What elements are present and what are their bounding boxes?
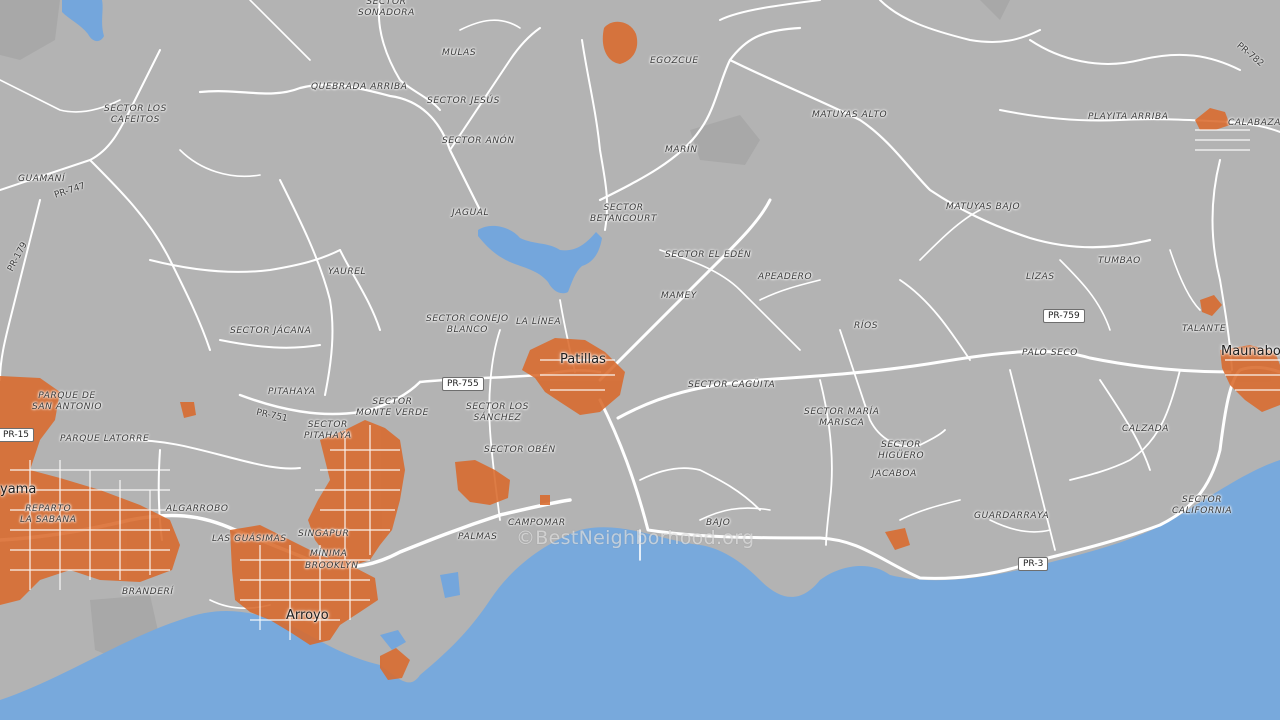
- town-label-arroyo[interactable]: Arroyo: [286, 608, 329, 623]
- place-label: LIZAS: [1026, 272, 1055, 282]
- town-label-patillas[interactable]: Patillas: [560, 352, 606, 367]
- place-label: APEADERO: [758, 272, 813, 282]
- place-label: SECTOR ANÓN: [442, 136, 515, 146]
- place-label: JAGUAL: [452, 208, 490, 218]
- place-label: TALANTE: [1182, 324, 1227, 334]
- place-label: SECTOR PITAHAYA: [304, 420, 352, 441]
- map-base-layer: [0, 0, 1280, 720]
- place-label: MULAS: [442, 48, 477, 58]
- place-label: MATUYAS BAJO: [946, 202, 1021, 212]
- place-label: SECTOR BETANCOURT: [590, 203, 658, 224]
- place-label: RÍOS: [854, 321, 879, 331]
- place-label: MARÍN: [665, 145, 698, 155]
- place-label: SECTOR EL EDÉN: [665, 250, 752, 260]
- place-label: JACABOA: [872, 469, 917, 479]
- place-label: PARQUE LATORRE: [60, 434, 150, 444]
- town-label-guayama[interactable]: yama: [0, 482, 36, 497]
- place-label: PALO SECO: [1022, 348, 1078, 358]
- place-label: ALGARROBO: [166, 504, 229, 514]
- place-label: LAS GUÁSIMAS: [212, 534, 287, 544]
- place-label: SECTOR MARÍA MARISCA: [804, 407, 880, 428]
- place-label: MATUYAS ALTO: [812, 110, 888, 120]
- place-label: SECTOR LOS CAFEITOS: [104, 104, 167, 125]
- watermark: ©BestNeighborhood.org: [516, 527, 755, 549]
- place-label: REPARTO LA SABANA: [20, 504, 77, 525]
- place-label: CALZADA: [1122, 424, 1170, 434]
- place-label: SECTOR MONTE VERDE: [356, 397, 429, 418]
- place-label: SECTOR CALIFORNIA: [1172, 495, 1233, 516]
- route-shield-pr-3: PR-3: [1018, 557, 1049, 571]
- place-label: SECTOR LOS SÁNCHEZ: [466, 402, 529, 423]
- place-label: SECTOR HIGÜERO: [878, 440, 925, 461]
- route-shield-pr-15: PR-15: [0, 428, 35, 442]
- place-label: SECTOR JÁCANA: [230, 326, 312, 336]
- route-shield-pr-755: PR-755: [442, 377, 484, 391]
- place-label: PLAYITA ARRIBA: [1088, 112, 1169, 122]
- place-label: SINGAPUR: [298, 529, 350, 539]
- road-network: [0, 0, 1280, 610]
- place-label: QUEBRADA ARRIBA: [311, 82, 408, 92]
- place-label: SECTOR JESÚS: [427, 96, 500, 106]
- place-label: MÍNIMA: [310, 549, 348, 559]
- place-label: SECTOR OBÉN: [484, 445, 556, 455]
- place-label: CALABAZAS: [1228, 118, 1280, 128]
- map-canvas[interactable]: Patillas Arroyo yama Maunabo SECTOR SONAD…: [0, 0, 1280, 720]
- route-shield-pr-759: PR-759: [1043, 309, 1085, 323]
- place-label: BROOKLYN: [305, 561, 359, 571]
- place-label: BRANDERÍ: [122, 587, 174, 597]
- place-label: GUARDARRAYA: [974, 511, 1050, 521]
- place-label: PARQUE DE SAN ANTONIO: [32, 391, 103, 412]
- place-label: YAUREL: [328, 267, 367, 277]
- place-label: EGOZCUE: [650, 56, 699, 66]
- town-label-maunabo[interactable]: Maunabo: [1221, 344, 1280, 359]
- place-label: TUMBAO: [1098, 256, 1141, 266]
- place-label: PALMAS: [458, 532, 498, 542]
- place-label: MAMEY: [661, 291, 697, 301]
- place-label: SECTOR CONEJO BLANCO: [426, 314, 509, 335]
- place-label: SECTOR SONADORA: [358, 0, 415, 18]
- place-label: PITAHAYA: [268, 387, 316, 397]
- place-label: LA LÍNEA: [516, 317, 562, 327]
- place-label: SECTOR CAGÜITA: [688, 380, 776, 390]
- place-label: GUAMANÍ: [18, 174, 66, 184]
